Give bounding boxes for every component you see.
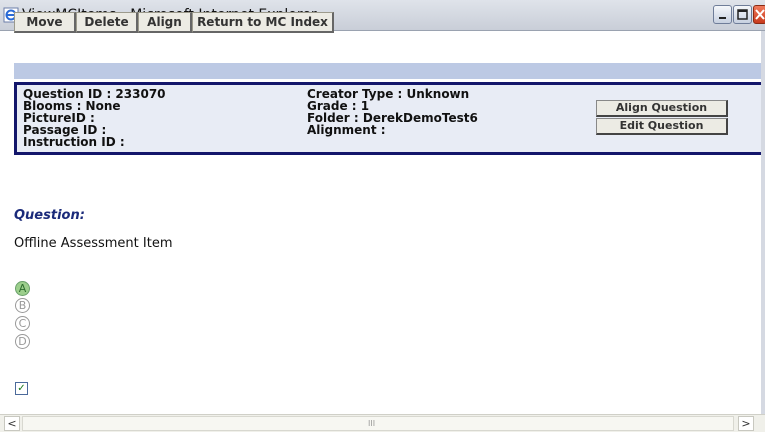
move-button[interactable]: Move — [14, 12, 76, 33]
info-left-column: Question ID : 233070 Blooms : None Pictu… — [23, 88, 166, 148]
scroll-left-button[interactable]: < — [4, 416, 20, 431]
window-right-edge — [761, 31, 765, 414]
return-to-mc-index-button[interactable]: Return to MC Index — [192, 12, 334, 33]
answer-option-c[interactable]: C — [15, 316, 30, 331]
instruction-id: Instruction ID : — [23, 135, 125, 149]
maximize-icon — [737, 9, 748, 20]
toolbar — [0, 31, 765, 63]
close-button[interactable] — [753, 5, 765, 24]
info-middle-column: Creator Type : Unknown Grade : 1 Folder … — [307, 88, 478, 136]
align-button[interactable]: Align — [138, 12, 192, 33]
edit-question-button[interactable]: Edit Question — [596, 118, 728, 135]
minimize-icon — [719, 17, 726, 19]
scrollbar-grip-icon: III — [368, 419, 376, 428]
align-question-button[interactable]: Align Question — [596, 100, 728, 117]
scrollbar-thumb[interactable] — [22, 416, 734, 431]
question-heading: Question: — [14, 208, 85, 223]
delete-button[interactable]: Delete — [76, 12, 138, 33]
answer-option-b[interactable]: B — [15, 298, 30, 313]
header-divider-bar — [14, 63, 765, 79]
minimize-button[interactable] — [713, 5, 732, 24]
alignment: Alignment : — [307, 123, 386, 137]
item-checkbox[interactable]: ✓ — [15, 382, 28, 395]
question-info-panel: Question ID : 233070 Blooms : None Pictu… — [14, 82, 765, 155]
question-text: Offline Assessment Item — [14, 236, 173, 251]
close-icon — [755, 9, 765, 20]
maximize-button[interactable] — [733, 5, 752, 24]
answer-option-d[interactable]: D — [15, 334, 30, 349]
scroll-right-button[interactable]: > — [738, 416, 754, 431]
answer-option-a[interactable]: A — [15, 281, 30, 296]
